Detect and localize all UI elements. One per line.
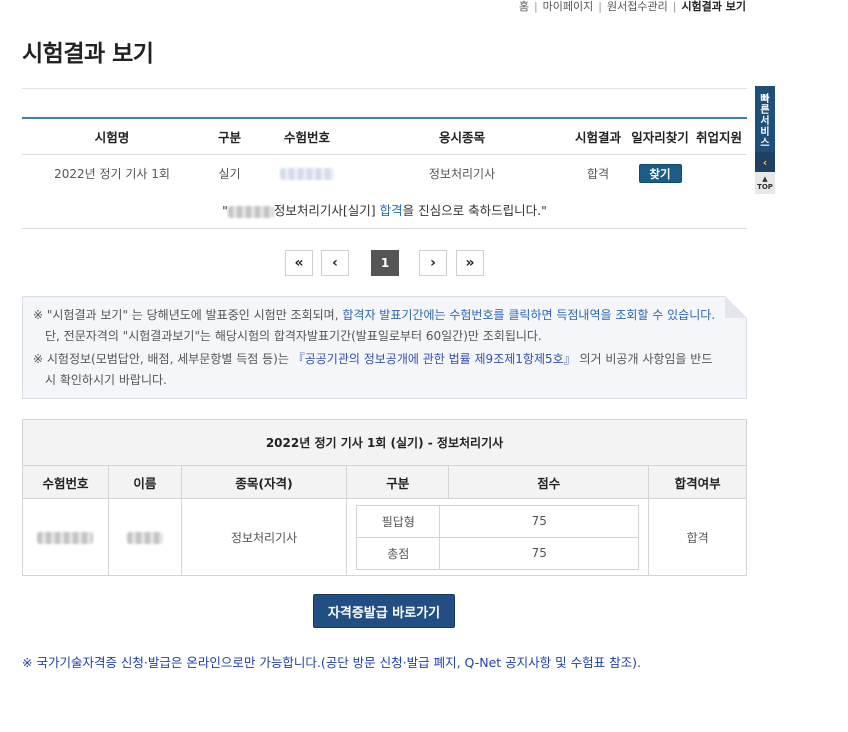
score-value: 75: [439, 504, 640, 538]
notice-line-1: ※ "시험결과 보기" 는 당해년도에 발표중인 시험만 조회되며, 합격자 발…: [33, 308, 716, 343]
quick-service-button[interactable]: 빠른서비스: [755, 86, 775, 152]
top-button[interactable]: ▲ TOP: [755, 172, 775, 194]
result-table: 시험명 구분 수험번호 응시종목 시험결과 일자리찾기 취업지원 2022년 정…: [22, 117, 747, 192]
quick-menu-toggle-icon[interactable]: ‹: [755, 152, 775, 172]
score-value: 75: [439, 536, 640, 570]
next-page-button[interactable]: ›: [419, 250, 447, 276]
exam-subject: 정보처리기사: [428, 166, 496, 181]
congrats-passed: 합격: [379, 203, 403, 218]
breadcrumb-mypage[interactable]: 마이페이지: [543, 0, 594, 13]
col-result: 시험결과: [567, 118, 629, 155]
detail-subject: 정보처리기사: [180, 498, 348, 576]
congrats-exam: 정보처리기사[실기]: [273, 203, 376, 218]
detail-row: 정보처리기사 필답형 75 총점 75 합격: [22, 498, 747, 576]
employment-support: [691, 154, 747, 192]
notice-box: ※ "시험결과 보기" 는 당해년도에 발표중인 시험만 조회되며, 합격자 발…: [22, 296, 747, 399]
detail-col-number: 수험번호: [22, 465, 109, 499]
last-page-button[interactable]: »: [456, 250, 484, 276]
col-type: 구분: [202, 118, 257, 155]
redacted-name: [126, 531, 163, 544]
notice-link: 합격자 발표기간에는 수험번호를 클릭하면 득점내역을 조회할 수 있습니다.: [342, 308, 716, 322]
congrats-tail: 을 진심으로 축하드립니다.": [402, 203, 547, 218]
footer-note: ※ 국가기술자격증 신청·발급은 온라인으로만 가능합니다.(공단 방문 신청·…: [22, 655, 641, 670]
score-label: 필답형: [356, 504, 441, 538]
find-job-button[interactable]: 찾기: [638, 163, 682, 183]
score-row: 필답형 75: [356, 504, 640, 538]
score-breakdown: 필답형 75 총점 75: [356, 504, 640, 570]
score-detail-table: 2022년 정기 기사 1회 (실기) - 정보처리기사 수험번호 이름 종목(…: [22, 419, 747, 576]
detail-col-subject: 종목(자격): [180, 465, 348, 499]
detail-col-type: 구분: [346, 465, 450, 499]
detail-header-row: 수험번호 이름 종목(자격) 구분 점수 합격여부: [22, 465, 747, 499]
col-exam-number: 수험번호: [257, 118, 357, 155]
detail-pass: 합격: [648, 498, 747, 576]
redacted-exam-number: [37, 531, 94, 544]
breadcrumb: 홈 | 마이페이지 | 원서접수관리 | 시험결과 보기: [518, 0, 746, 13]
score-row: 총점 75: [356, 536, 640, 570]
first-page-button[interactable]: «: [285, 250, 313, 276]
col-subject: 응시종목: [357, 118, 567, 155]
exam-number-link[interactable]: [280, 167, 334, 180]
score-label: 총점: [356, 536, 441, 570]
col-exam-name: 시험명: [22, 118, 202, 155]
exam-name: 2022년 정기 기사 1회: [54, 166, 170, 181]
caret-up-icon: ▲: [762, 175, 768, 183]
page-1-button[interactable]: 1: [371, 250, 399, 276]
exam-type: 실기: [218, 166, 241, 181]
quick-menu: 빠른서비스 ‹ ▲ TOP: [755, 86, 775, 198]
breadcrumb-current: 시험결과 보기: [681, 0, 746, 13]
detail-caption: 2022년 정기 기사 1회 (실기) - 정보처리기사: [22, 419, 747, 466]
divider: [22, 228, 747, 229]
breadcrumb-home[interactable]: 홈: [519, 0, 529, 13]
certificate-issue-button[interactable]: 자격증발급 바로가기: [313, 594, 455, 628]
detail-col-name: 이름: [107, 465, 182, 499]
exam-result: 합격: [586, 166, 610, 181]
col-job-search: 일자리찾기: [629, 118, 691, 155]
congrats-message: " 정보처리기사[실기] 합격을 진심으로 축하드립니다.": [222, 203, 547, 218]
table-header-row: 시험명 구분 수험번호 응시종목 시험결과 일자리찾기 취업지원: [22, 118, 747, 155]
detail-col-score: 점수: [448, 465, 650, 499]
notice-line-2: ※ 시험정보(모범답안, 배점, 세부문항별 득점 등)는 『공공기관의 정보공…: [33, 352, 713, 387]
breadcrumb-application[interactable]: 원서접수관리: [607, 0, 668, 13]
divider: [22, 88, 747, 89]
page-title: 시험결과 보기: [22, 41, 154, 67]
detail-col-pass: 합격여부: [648, 465, 747, 499]
redacted-name: [227, 205, 274, 218]
law-link[interactable]: 『공공기관의 정보공개에 관한 법률 제9조제1항제5호』: [293, 352, 576, 366]
table-row: 2022년 정기 기사 1회 실기 정보처리기사 합격 찾기: [22, 154, 747, 192]
prev-page-button[interactable]: ‹: [321, 250, 349, 276]
page-fold-icon: [725, 296, 747, 318]
col-employment: 취업지원: [691, 118, 747, 155]
